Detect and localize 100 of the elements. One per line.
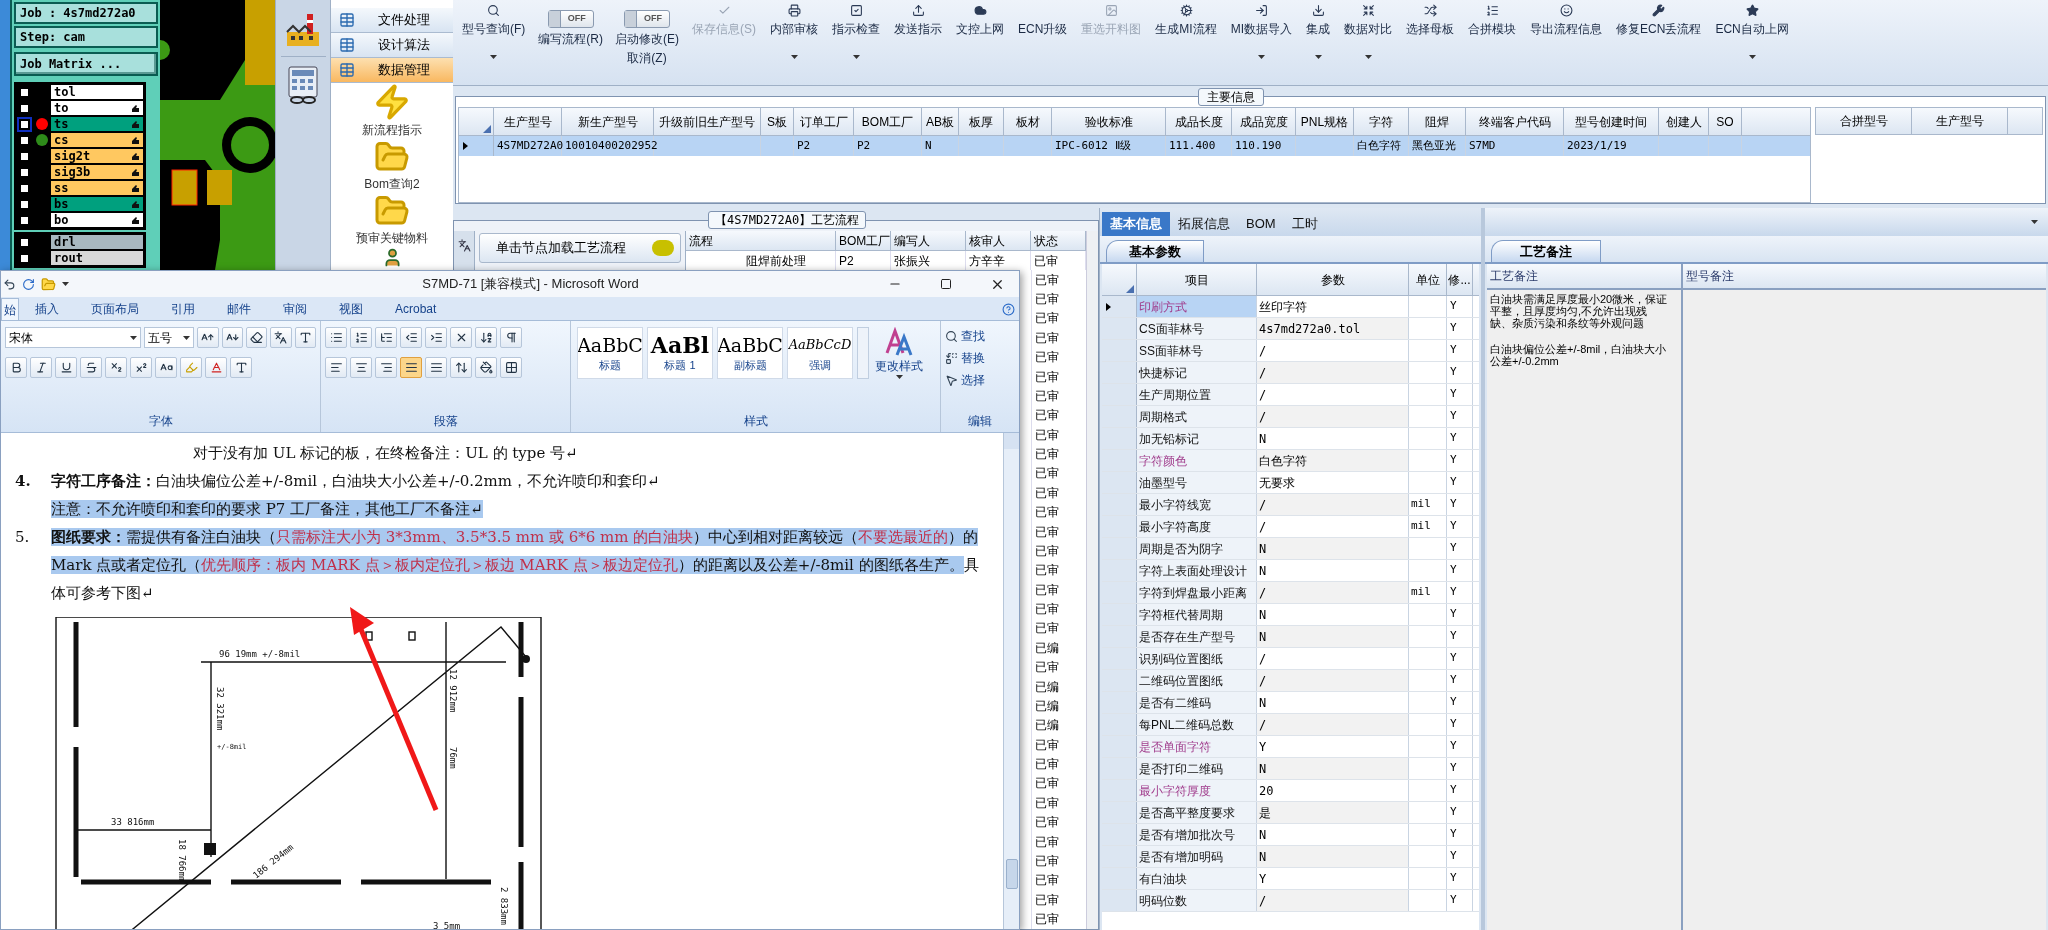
column-header[interactable]: 创建人 (1659, 108, 1709, 135)
table-cell: Y (1450, 540, 1457, 557)
column-header[interactable]: 编写人 (891, 231, 966, 250)
column-header[interactable]: BOM工厂 (836, 231, 891, 250)
column-header[interactable]: BOM工厂 (854, 108, 922, 135)
table-cell: Y (1450, 650, 1457, 667)
subtab[interactable]: 基本参数 (1106, 240, 1204, 262)
column-header[interactable]: 成品宽度 (1232, 108, 1296, 135)
column-header[interactable]: 验收标准 (1052, 108, 1166, 135)
tab[interactable]: 拓展信息 (1170, 212, 1238, 236)
column-header[interactable]: PNL规格 (1296, 108, 1354, 135)
table-cell-text: 最小字符线宽 (1139, 496, 1211, 514)
column-header[interactable]: 终端客户代码 (1466, 108, 1564, 135)
toolbar-button[interactable]: 生成MI流程 (1148, 4, 1224, 82)
tab[interactable]: 工艺备注 (1491, 240, 1601, 262)
style-option[interactable]: AaBl 标题 1 (647, 327, 713, 379)
layer-row[interactable]: cs (51, 133, 143, 147)
toolbar-button[interactable]: 修复ECN丢流程 (1609, 4, 1709, 82)
toolbar-button[interactable]: 型号查询(F) (455, 4, 533, 82)
layer-name: ts (54, 118, 70, 130)
launcher-item[interactable]: Bom查询2 (364, 139, 420, 193)
nav-section[interactable]: 文件处理 (331, 8, 453, 33)
column-header[interactable]: 核审人 (966, 231, 1031, 250)
column-header[interactable]: 生产型号 (1912, 108, 2008, 134)
ribbon-tab[interactable]: 引用 (155, 298, 211, 320)
toolbar-button[interactable]: 合拼模块 (1461, 4, 1524, 82)
column-header[interactable]: 成品长度 (1166, 108, 1232, 135)
ribbon-tab[interactable]: 视图 (323, 298, 379, 320)
layer-row[interactable]: drl (51, 235, 143, 249)
nav-section[interactable]: 设计算法 (331, 33, 453, 58)
column-header[interactable]: 型号创建时间 (1564, 108, 1659, 135)
column-header[interactable]: 修... (1447, 264, 1473, 295)
table-cell-text: 已审 (1035, 581, 1059, 599)
load-process-button[interactable]: 单击节点加载工艺流程 (479, 233, 681, 263)
column-header[interactable]: 阻焊 (1409, 108, 1466, 135)
column-header[interactable]: 板材 (1004, 108, 1052, 135)
ribbon-tab[interactable]: 邮件 (211, 298, 267, 320)
column-header[interactable]: 生产型号 (494, 108, 562, 135)
launcher-item[interactable]: 预审关键物料 (356, 193, 428, 247)
nav-section[interactable]: 数据管理 (331, 58, 453, 83)
layer-row[interactable]: tol (51, 85, 143, 99)
column-header[interactable]: 单位 (1409, 264, 1447, 295)
column-header[interactable]: 项目 (1137, 264, 1257, 295)
column-header[interactable]: S板 (761, 108, 794, 135)
ribbon-tab[interactable]: 页面布局 (75, 298, 155, 320)
font-name-field[interactable]: 宋体 (5, 327, 141, 348)
toolbar-button[interactable]: 数据对比 (1337, 4, 1400, 82)
remark-text-area[interactable]: 白油块需满足厚度最小20微米，保证平整，且厚度均匀,不允许出现残缺、杂质污染和条纹等外观问题 白油块偏位公差+/-8mil，白油块大小公差+/-0.2mm (1487, 290, 1681, 930)
layer-row[interactable]: bs (51, 197, 143, 211)
table-cell-text: 二维码位置图纸 (1139, 672, 1223, 690)
column-header[interactable]: 板厚 (959, 108, 1004, 135)
toolbar-button[interactable]: 文控上网 (949, 4, 1011, 82)
tab[interactable]: 工时 (1283, 212, 1326, 236)
column-header[interactable]: AB板 (922, 108, 959, 135)
toggle-switch[interactable]: OFF (547, 10, 594, 28)
toolbar-button[interactable]: ECN升级 (1011, 4, 1075, 82)
style-option[interactable]: AaBbCcD 强调 (787, 327, 853, 379)
column-header[interactable]: 订单工厂 (794, 108, 854, 135)
toolbar-button[interactable]: 选择母板 (1399, 4, 1462, 82)
layer-row[interactable]: ts (51, 117, 143, 131)
change-styles-button[interactable]: 更改样式 (875, 327, 923, 379)
table-cell: Y (1450, 474, 1457, 491)
layer-row[interactable]: sig3b (51, 165, 143, 179)
editing-button[interactable]: 替换 (945, 347, 1015, 369)
style-option[interactable]: AaBbC 副标题 (717, 327, 783, 379)
table-cell-text: 已审 (1035, 562, 1059, 580)
toolbar-button[interactable]: 导出流程信息 (1523, 4, 1610, 82)
toolbar-button[interactable]: ECN自动上网 (1708, 4, 1796, 82)
ribbon-tab[interactable]: 插入 (19, 298, 75, 320)
style-option[interactable]: AaBbC 标题 (577, 327, 643, 379)
layer-row[interactable]: sig2t (51, 149, 143, 163)
ribbon-tab[interactable]: 审阅 (267, 298, 323, 320)
toolbar-button[interactable]: 集成 (1299, 4, 1338, 82)
ribbon-tab[interactable]: Acrobat (379, 298, 453, 320)
column-header[interactable]: 字符 (1354, 108, 1409, 135)
ribbon-tab[interactable]: 始 (1, 298, 19, 320)
editing-button[interactable]: 查找 (945, 325, 1015, 347)
column-header[interactable]: 合拼型号 (1816, 108, 1912, 134)
layer-row[interactable]: rout (51, 251, 143, 265)
table-row[interactable]: 4S7MD272A0 10010400202952 P2 P2 N IPC-6012 Ⅱ级 111.400 110.190 白色字符 黑色亚光 S7MD 2023/1/19 (459, 136, 1810, 156)
toggle-switch[interactable]: OFF (624, 10, 670, 28)
layer-row[interactable]: bo (51, 213, 143, 227)
column-header[interactable]: 参数 (1257, 264, 1409, 295)
tab[interactable]: 基本信息 (1102, 212, 1170, 236)
column-header[interactable]: SO (1709, 108, 1742, 135)
column-header[interactable]: 升级前旧生产型号 (654, 108, 761, 135)
layer-row[interactable]: to (51, 101, 143, 115)
launcher-item[interactable]: 新流程指示 (362, 83, 422, 139)
editing-button[interactable]: 选择 (945, 369, 1015, 391)
job-matrix-button[interactable]: Job Matrix ... (14, 52, 158, 76)
column-header[interactable]: 新生产型号 (562, 108, 654, 135)
layer-row[interactable]: ss (51, 181, 143, 195)
toolbar-button[interactable]: 内部审核 (763, 4, 825, 82)
column-header[interactable]: 流程 (686, 231, 836, 250)
table-cell-text: P2 (839, 252, 854, 270)
toolbar-button[interactable]: 发送指示 (887, 4, 949, 82)
font-size-field[interactable]: 五号 (143, 327, 195, 348)
toolbar-button[interactable]: MI数据导入 (1223, 4, 1300, 82)
tab[interactable]: BOM (1238, 212, 1284, 236)
toolbar-button[interactable]: 指示检查 (825, 4, 887, 82)
